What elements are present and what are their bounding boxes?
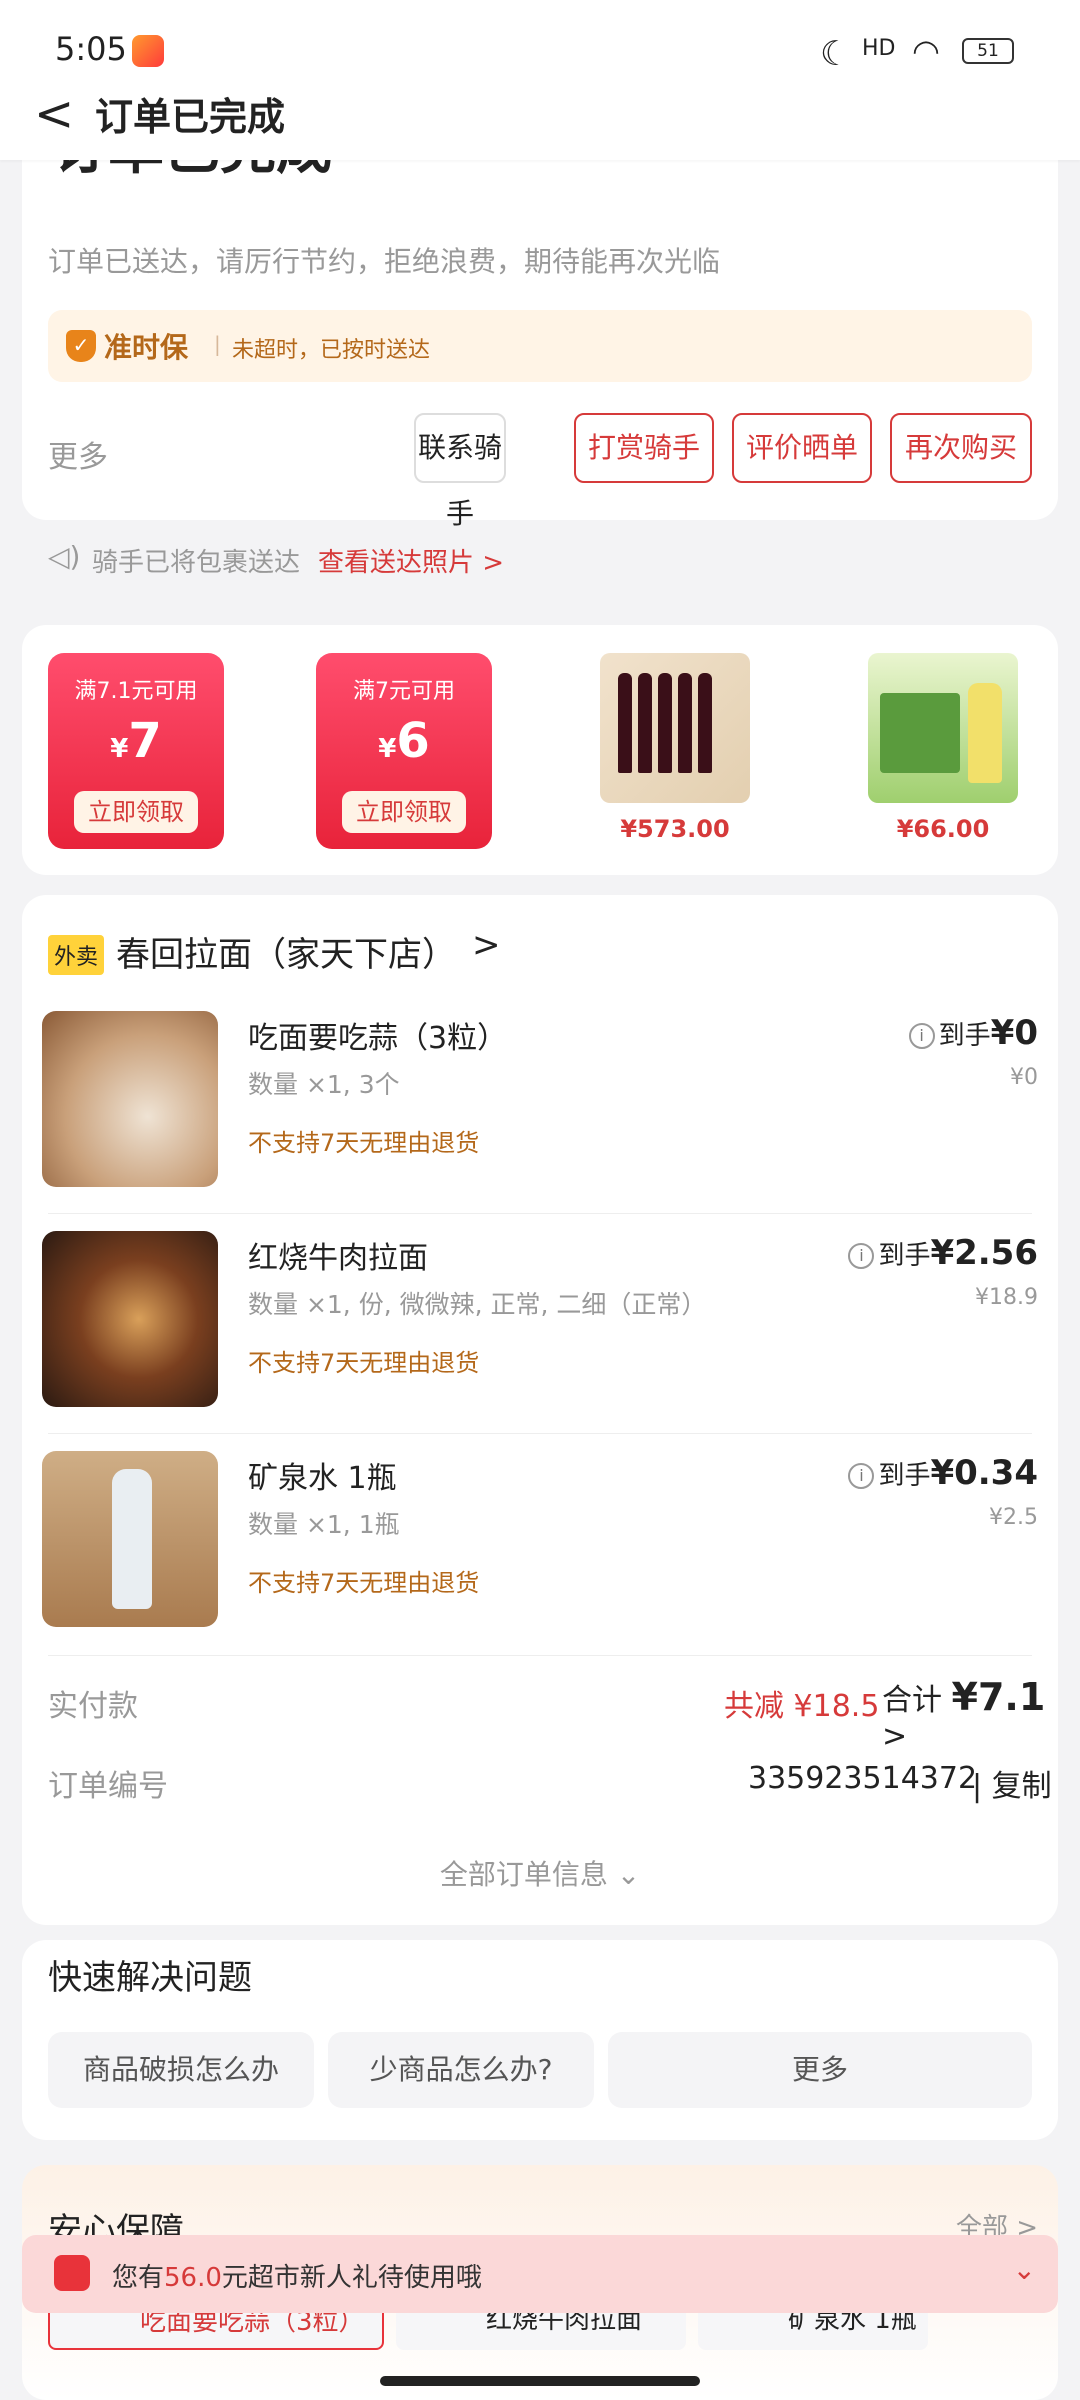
back-icon[interactable]: < xyxy=(34,86,74,142)
page-title: 订单已完成 xyxy=(95,95,286,139)
battery-icon: 51 xyxy=(962,38,1014,64)
divider xyxy=(48,1655,1032,1656)
order-item[interactable]: 红烧牛肉拉面 数量 ×1, 份, 微微辣, 正常, 二细（正常） 不支持7天无理… xyxy=(22,1215,1058,1435)
garlic-item-image xyxy=(42,1011,218,1187)
item-original-price: ¥0 xyxy=(1010,1065,1038,1090)
delivery-notice: ◁) 骑手已将包裹送达 查看送达照片 > xyxy=(22,520,1058,600)
order-item[interactable]: 矿泉水 1瓶 数量 ×1, 1瓶 不支持7天无理由退货 i 到手¥0.34 ¥2.… xyxy=(22,1435,1058,1655)
damaged-goods-option[interactable]: 商品破损怎么办 xyxy=(48,2032,314,2108)
item-spec: 数量 ×1, 份, 微微辣, 正常, 二细（正常） xyxy=(248,1290,707,1319)
order-status-card: 订单已完成 订单已送达，请厉行节约，拒绝浪费，期待能再次光临 ✓ 准时保 | 未… xyxy=(22,140,1058,530)
more-button[interactable]: 更多 xyxy=(48,432,108,476)
speaker-icon: ◁) xyxy=(48,540,81,573)
more-options-button[interactable]: 更多 xyxy=(608,2032,1032,2108)
toast-text: 您有56.0元超市新人礼待使用哦 xyxy=(112,2263,482,2293)
claim-coupon-button[interactable]: 立即领取 xyxy=(342,791,466,833)
no-return-note: 不支持7天无理由退货 xyxy=(248,1569,480,1597)
view-delivery-photo-link[interactable]: 查看送达照片 > xyxy=(318,542,504,579)
coupon-recommend-card: 满7.1元可用 ¥7 立即领取 满7元可用 ¥6 立即领取 ¥573.00 ¥6… xyxy=(22,625,1058,875)
chevron-right-icon: > xyxy=(882,1719,908,1754)
quick-solve-card: 快速解决问题 商品破损怎么办 少商品怎么办? 更多 xyxy=(22,1940,1058,2140)
item-original-price: ¥2.5 xyxy=(989,1505,1038,1530)
signal-icon: HD xyxy=(862,36,896,61)
home-indicator[interactable] xyxy=(380,2376,700,2386)
no-return-note: 不支持7天无理由退货 xyxy=(248,1349,480,1377)
item-name: 吃面要吃蒜（3粒） xyxy=(248,1021,508,1056)
tip-rider-button[interactable]: 打赏骑手 xyxy=(574,413,714,483)
item-name: 矿泉水 1瓶 xyxy=(248,1461,397,1496)
ontime-text: 未超时，已按时送达 xyxy=(232,338,431,363)
item-name: 红烧牛肉拉面 xyxy=(248,1241,428,1276)
divider xyxy=(48,1433,1032,1434)
water-item-image xyxy=(42,1451,218,1627)
wine-product-image[interactable] xyxy=(600,653,750,803)
status-time: 5:05 xyxy=(55,30,127,68)
shop-name[interactable]: 春回拉面（家天下店） xyxy=(116,927,456,976)
review-button[interactable]: 评价晒单 xyxy=(732,413,872,483)
item-spec: 数量 ×1, 3个 xyxy=(248,1070,400,1099)
wifi-icon: ◠ xyxy=(912,32,940,70)
takeout-badge: 外卖 xyxy=(48,935,105,975)
shield-check-icon: ✓ xyxy=(66,330,96,362)
order-item[interactable]: 吃面要吃蒜（3粒） 数量 ×1, 3个 不支持7天无理由退货 i 到手¥0 ¥0 xyxy=(22,995,1058,1215)
info-icon[interactable]: i xyxy=(848,1463,875,1489)
moon-icon: ☾ xyxy=(820,34,851,74)
beef-noodle-item-image xyxy=(42,1231,218,1407)
all-order-info-toggle[interactable]: 全部订单信息 ⌄ xyxy=(22,1853,1058,1893)
coupon-condition: 满7元可用 xyxy=(353,679,455,704)
copy-button[interactable]: | 复制 xyxy=(972,1761,1052,1805)
paid-total[interactable]: 合计 ¥7.1 > xyxy=(882,1675,1058,1754)
nav-bar: < 订单已完成 xyxy=(0,80,1080,160)
reorder-button[interactable]: 再次购买 xyxy=(890,413,1032,483)
missing-goods-option[interactable]: 少商品怎么办? xyxy=(328,2032,594,2108)
notice-text: 骑手已将包裹送达 xyxy=(92,548,301,578)
claim-coupon-button[interactable]: 立即领取 xyxy=(74,791,198,833)
chevron-right-icon[interactable]: > xyxy=(472,925,501,965)
total-discount: 共减 ¥18.5 xyxy=(724,1689,880,1724)
ontime-label: 准时保 xyxy=(104,331,189,364)
info-icon[interactable]: i xyxy=(848,1243,875,1269)
collapse-icon[interactable]: ⌄ xyxy=(1013,2253,1036,2286)
contact-rider-button[interactable]: 联系骑手 xyxy=(414,413,506,530)
coupon-amount: ¥6 xyxy=(378,713,430,769)
order-status-subtitle: 订单已送达，请厉行节约，拒绝浪费，期待能再次光临 xyxy=(48,245,721,278)
order-detail-card: 外卖 春回拉面（家天下店） > 吃面要吃蒜（3粒） 数量 ×1, 3个 不支持7… xyxy=(22,895,1058,1925)
item-net-price: i 到手¥0.34 xyxy=(848,1453,1038,1493)
gift-icon xyxy=(54,2255,90,2291)
ontime-separator: | xyxy=(214,332,221,356)
item-original-price: ¥18.9 xyxy=(975,1285,1038,1310)
app-notification-icon xyxy=(132,35,164,67)
coupon-card[interactable]: 满7.1元可用 ¥7 立即领取 xyxy=(48,653,224,849)
coupon-card[interactable]: 满7元可用 ¥6 立即领取 xyxy=(316,653,492,849)
item-net-price: i 到手¥0 xyxy=(908,1013,1038,1053)
coupon-amount: ¥7 xyxy=(110,713,162,769)
product-price: ¥573.00 xyxy=(620,815,730,843)
divider xyxy=(48,1213,1032,1214)
coupon-condition: 满7.1元可用 xyxy=(74,679,198,704)
tea-product-image[interactable] xyxy=(868,653,1018,803)
info-icon[interactable]: i xyxy=(908,1023,935,1049)
order-number: 335923514372 xyxy=(748,1761,978,1796)
order-number-label: 订单编号 xyxy=(48,1769,168,1804)
product-price: ¥66.00 xyxy=(896,815,990,843)
new-user-gift-toast[interactable]: 您有56.0元超市新人礼待使用哦 ⌄ xyxy=(22,2235,1058,2313)
paid-amount-label: 实付款 xyxy=(48,1689,138,1724)
item-spec: 数量 ×1, 1瓶 xyxy=(248,1510,400,1539)
quick-solve-title: 快速解决问题 xyxy=(48,1958,252,1998)
ontime-guarantee-banner[interactable]: ✓ 准时保 | 未超时，已按时送达 xyxy=(48,310,1032,382)
no-return-note: 不支持7天无理由退货 xyxy=(248,1129,480,1157)
item-net-price: i 到手¥2.56 xyxy=(848,1233,1038,1273)
